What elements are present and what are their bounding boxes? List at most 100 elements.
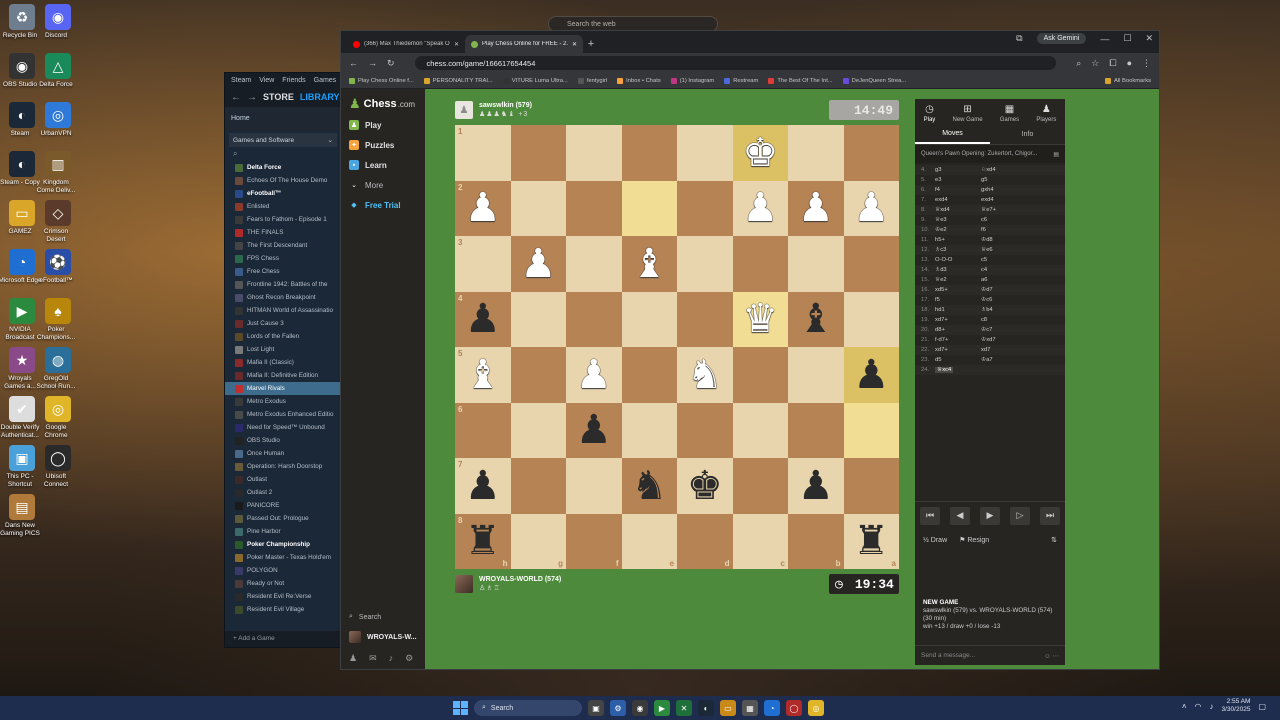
black-rook-icon[interactable]: ♜ bbox=[853, 521, 889, 561]
white-knight-icon[interactable]: ♞ bbox=[687, 355, 723, 395]
emoji-icon[interactable]: ☺ ⋯ bbox=[1044, 652, 1059, 660]
obs-icon[interactable]: ◉ bbox=[632, 700, 648, 716]
board-square[interactable] bbox=[732, 458, 788, 514]
black-move[interactable]: a6 bbox=[977, 277, 1023, 283]
board-square[interactable] bbox=[566, 180, 622, 236]
black-move[interactable]: ♔xd7 bbox=[977, 337, 1023, 343]
bookmark-item[interactable]: Restream bbox=[724, 77, 758, 84]
wifi-icon[interactable]: ◠ bbox=[1195, 702, 1202, 711]
board-square[interactable] bbox=[510, 180, 566, 236]
board-square[interactable] bbox=[566, 458, 622, 514]
steam-game-item[interactable]: Fears to Fathom - Episode 1 bbox=[225, 213, 341, 226]
black-pawn-icon[interactable]: ♟ bbox=[798, 466, 834, 506]
black-bishop-icon[interactable]: ♝ bbox=[798, 299, 834, 339]
white-move[interactable]: xd5+ bbox=[931, 287, 977, 293]
black-move[interactable]: c6 bbox=[977, 217, 1023, 223]
steam-game-item[interactable]: Frontline 1942: Battles of the bbox=[225, 278, 341, 291]
chevron-up-icon[interactable]: ˄ bbox=[1182, 702, 1187, 711]
board-square[interactable] bbox=[677, 402, 733, 458]
desktop-icon[interactable]: ◯ Ubisoft Connect bbox=[40, 445, 76, 489]
board-square[interactable]: d bbox=[677, 513, 733, 569]
black-pawn-icon[interactable]: ♟ bbox=[576, 410, 612, 450]
white-move[interactable]: exd4 bbox=[931, 197, 977, 203]
board-square[interactable] bbox=[566, 125, 622, 181]
black-rook-icon[interactable]: ♜ bbox=[465, 521, 501, 561]
steam-game-item[interactable]: Marvel Rivals bbox=[225, 382, 341, 395]
black-move[interactable]: c5 bbox=[977, 257, 1023, 263]
black-move[interactable]: g5 bbox=[977, 177, 1023, 183]
add-game-button[interactable]: + Add a Game bbox=[225, 631, 341, 647]
steam-game-item[interactable]: Metro Exodus Enhanced Editio bbox=[225, 408, 341, 421]
avatar[interactable] bbox=[455, 575, 473, 593]
white-move[interactable]: f5 bbox=[931, 297, 977, 303]
white-move[interactable]: ♗d3 bbox=[931, 267, 977, 273]
bookmark-item[interactable]: PERSONALITY TRAI... bbox=[423, 77, 493, 84]
white-move[interactable]: xd7+ bbox=[931, 347, 977, 353]
board-square[interactable]: 1 bbox=[455, 125, 511, 181]
white-move[interactable]: d8+ bbox=[931, 327, 977, 333]
bookmark-item[interactable]: The Best Of The Int... bbox=[768, 77, 833, 84]
nav-puzzles[interactable]: ✦ Puzzles bbox=[341, 135, 425, 155]
steam-game-item[interactable]: HITMAN World of Assassinatio bbox=[225, 304, 341, 317]
sidebar-user[interactable]: WROYALS-W... bbox=[341, 627, 425, 647]
previous-move-icon[interactable]: ◀ bbox=[950, 506, 970, 525]
steam-game-item[interactable]: Operation: Harsh Doorstop bbox=[225, 460, 341, 473]
board-square[interactable]: ♛ bbox=[732, 291, 788, 347]
board-square[interactable] bbox=[510, 402, 566, 458]
steam-game-item[interactable]: Once Human bbox=[225, 447, 341, 460]
board-square[interactable]: c bbox=[732, 513, 788, 569]
black-move[interactable]: ♘xd4 bbox=[977, 167, 1023, 173]
bookmark-item[interactable]: DeJenQueen Strea... bbox=[842, 77, 906, 84]
chrome-icon[interactable]: ◎ bbox=[808, 700, 824, 716]
board-square[interactable]: ♟ bbox=[566, 402, 622, 458]
flip-board-icon[interactable]: ⇅ bbox=[1051, 536, 1057, 544]
board-square[interactable]: ♚ bbox=[677, 458, 733, 514]
steam-game-item[interactable]: Ghost Recon Breakpoint bbox=[225, 291, 341, 304]
board-square[interactable] bbox=[677, 236, 733, 292]
bell-icon[interactable]: ♪ bbox=[389, 653, 394, 663]
desktop-icon[interactable]: ▤ Dans New Gaming PICS bbox=[0, 494, 40, 538]
steam-game-item[interactable]: Passed Out: Prologue bbox=[225, 512, 341, 525]
steam-game-item[interactable]: THE FINALS bbox=[225, 226, 341, 239]
board-square[interactable]: f bbox=[566, 513, 622, 569]
notification-icon[interactable]: ▢ bbox=[1258, 702, 1266, 711]
task-view-icon[interactable]: ▣ bbox=[588, 700, 604, 716]
profile-icon[interactable]: ● bbox=[1127, 58, 1132, 68]
black-move[interactable]: ♔a7 bbox=[977, 357, 1023, 363]
desktop-icon[interactable]: △ Delta Force bbox=[39, 53, 76, 89]
desktop-icon[interactable]: ◍ GregOld School Run... bbox=[36, 347, 76, 391]
chat-input[interactable]: Send a message... ☺ ⋯ bbox=[915, 645, 1065, 665]
board-square[interactable] bbox=[510, 291, 566, 347]
white-move[interactable]: xd7+ bbox=[931, 317, 977, 323]
ask-gemini-button[interactable]: Ask Gemini bbox=[1036, 33, 1087, 44]
black-move[interactable]: exd4 bbox=[977, 197, 1023, 203]
steam-game-item[interactable]: Need for Speed™ Unbound bbox=[225, 421, 341, 434]
black-pawn-icon[interactable]: ♟ bbox=[465, 299, 501, 339]
tab-chess[interactable]: Play Chess Online for FREE - 2... ✕ bbox=[465, 35, 583, 53]
board-square[interactable] bbox=[621, 347, 677, 403]
nav-learn[interactable]: ▪ Learn bbox=[341, 155, 425, 175]
black-move[interactable]: ♔c7 bbox=[977, 327, 1023, 333]
steam-game-item[interactable]: POLYGON bbox=[225, 564, 341, 577]
board-square[interactable]: 5 ♝ bbox=[455, 347, 511, 403]
board-square[interactable] bbox=[843, 458, 899, 514]
board-square[interactable]: 7 ♟ bbox=[455, 458, 511, 514]
back-arrow-icon[interactable]: ← bbox=[231, 92, 241, 103]
forward-arrow-icon[interactable]: → bbox=[247, 92, 257, 103]
close-icon[interactable]: ✕ bbox=[454, 41, 459, 48]
board-square[interactable]: ♞ bbox=[621, 458, 677, 514]
board-square[interactable] bbox=[732, 236, 788, 292]
white-move[interactable]: ♔e2 bbox=[931, 227, 977, 233]
mail-icon[interactable]: ✉ bbox=[369, 653, 377, 664]
white-queen-icon[interactable]: ♛ bbox=[742, 299, 778, 339]
steam-game-item[interactable]: Poker Championship bbox=[225, 538, 341, 551]
draw-button[interactable]: ½ Draw bbox=[923, 537, 947, 544]
white-bishop-icon[interactable]: ♝ bbox=[465, 355, 501, 395]
steam-game-item[interactable]: Mafia II (Classic) bbox=[225, 356, 341, 369]
board-square[interactable] bbox=[621, 180, 677, 236]
chess-board[interactable]: 1 ♚ 2 ♟ ♟ ♟ ♟ 3 ♟ ♝ 4 ♟ ♛ ♝ 5 ♝ ♟ ♞ ♟ 6 ♟ 7 ♟ ♞ ♚ ♟ 8 h ♜ g f e d c b a ♜ bbox=[455, 125, 899, 569]
folder-icon[interactable]: ▭ bbox=[720, 700, 736, 716]
white-bishop-icon[interactable]: ♝ bbox=[631, 244, 667, 284]
white-move[interactable]: f4 bbox=[931, 187, 977, 193]
board-square[interactable] bbox=[843, 291, 899, 347]
